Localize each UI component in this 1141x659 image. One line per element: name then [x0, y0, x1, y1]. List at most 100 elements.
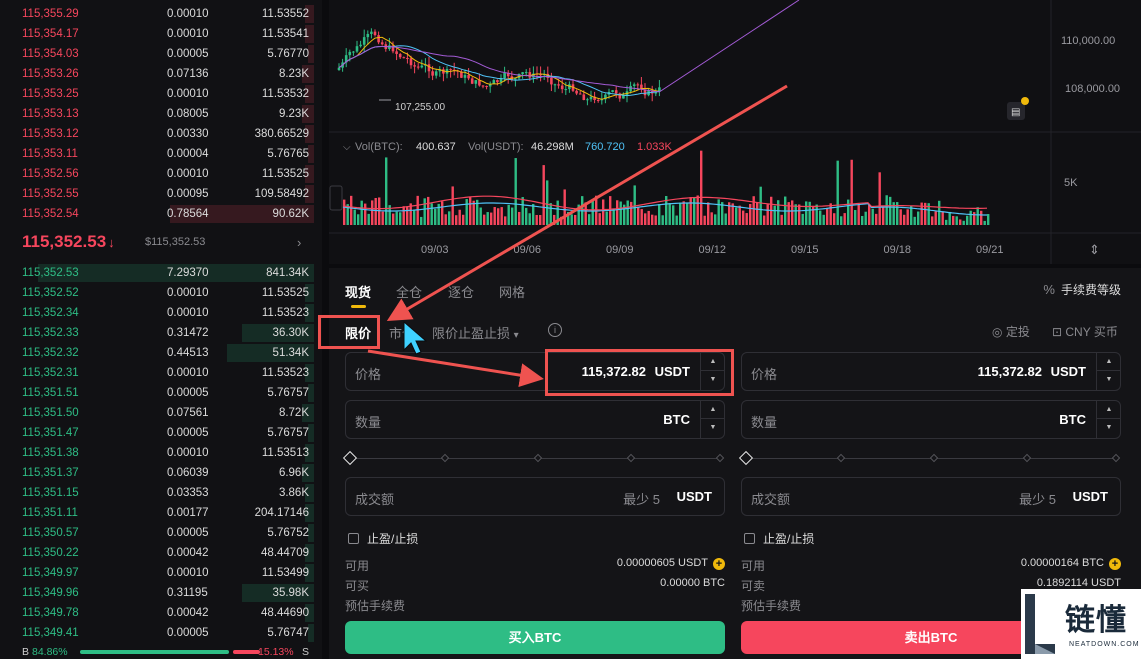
- sell-can-value: 0.1892114 USDT: [1036, 577, 1121, 589]
- sell-amount-stepper[interactable]: ▲ ▼: [1096, 401, 1121, 438]
- cny-buy-link[interactable]: ⊡ CNY 买币: [1052, 323, 1118, 340]
- sell-tpsl-checkbox[interactable]: 止盈/止损: [744, 530, 814, 547]
- order-book: 115,355.29 0.00010 11.53552 115,354.17 0.000…: [0, 0, 322, 659]
- volume-bar: [952, 215, 955, 225]
- sell-slider-tick-75[interactable]: [1022, 453, 1032, 463]
- tab-spot[interactable]: 现货: [345, 282, 371, 301]
- buy-slider-tick-50[interactable]: [533, 453, 543, 463]
- buy-slider-knob[interactable]: [342, 450, 358, 466]
- ask-row[interactable]: 115,355.29 0.00010 11.53552: [0, 4, 322, 24]
- ask-row[interactable]: 115,353.11 0.00004 5.76765: [0, 144, 322, 164]
- buy-amount-field[interactable]: 数量 BTC ▲ ▼: [345, 400, 725, 439]
- bid-row[interactable]: 115,351.15 0.03353 3.86K: [0, 483, 322, 503]
- ask-row[interactable]: 115,352.54 0.78564 90.62K: [0, 204, 322, 224]
- sell-price-field[interactable]: 价格 115,372.82 USDT ▲ ▼: [741, 352, 1121, 391]
- deposit-plus-icon[interactable]: +: [1109, 558, 1121, 570]
- bid-row[interactable]: 115,350.22 0.00042 48.44709: [0, 543, 322, 563]
- candle-body: [553, 84, 557, 86]
- ask-row[interactable]: 115,354.17 0.00010 11.53541: [0, 24, 322, 44]
- ask-row[interactable]: 115,353.13 0.08005 9.23K: [0, 104, 322, 124]
- candle-body: [575, 90, 578, 94]
- sell-price-value[interactable]: 115,372.82: [978, 364, 1042, 379]
- watermark-l-mark: [1025, 594, 1055, 654]
- tab-cross[interactable]: 全仓: [396, 282, 422, 301]
- sell-slider-tick-100[interactable]: [1111, 453, 1121, 463]
- buy-tpsl-checkbox[interactable]: 止盈/止损: [348, 530, 418, 547]
- kline-chart-svg[interactable]: 110,000.00 108,000.00 107,255.00 ▤ ⌵ Vol…: [329, 0, 1141, 264]
- checkbox-icon[interactable]: [348, 533, 359, 544]
- kline-chart[interactable]: 110,000.00 108,000.00 107,255.00 ▤ ⌵ Vol…: [329, 0, 1141, 264]
- bid-row[interactable]: 115,349.78 0.00042 48.44690: [0, 603, 322, 623]
- sell-price-up-icon[interactable]: ▲: [1097, 353, 1121, 371]
- ask-row[interactable]: 115,354.03 0.00005 5.76770: [0, 44, 322, 64]
- bid-row[interactable]: 115,349.97 0.00010 11.53499: [0, 563, 322, 583]
- fixed-cast-link[interactable]: ◎ 定投: [992, 323, 1030, 340]
- bid-row[interactable]: 115,351.51 0.00005 5.76757: [0, 383, 322, 403]
- buy-amount-up-icon[interactable]: ▲: [701, 401, 725, 419]
- bid-row[interactable]: 115,351.50 0.07561 8.72K: [0, 403, 322, 423]
- checkbox-icon[interactable]: [744, 533, 755, 544]
- sell-price-down-icon[interactable]: ▼: [1097, 371, 1121, 389]
- info-icon[interactable]: i: [548, 323, 562, 337]
- ask-row[interactable]: 115,353.26 0.07136 8.23K: [0, 64, 322, 84]
- volume-bar: [875, 213, 878, 225]
- bid-total: 51.34K: [272, 347, 309, 359]
- sell-amount-field[interactable]: 数量 BTC ▲ ▼: [741, 400, 1121, 439]
- sell-amount-slider[interactable]: [738, 450, 1121, 466]
- volume-bar: [780, 214, 783, 225]
- bid-row[interactable]: 115,352.33 0.31472 36.30K: [0, 323, 322, 343]
- tab-isolated[interactable]: 逐仓: [448, 282, 474, 301]
- bid-row[interactable]: 115,351.47 0.00005 5.76757: [0, 423, 322, 443]
- bid-row[interactable]: 115,352.32 0.44513 51.34K: [0, 343, 322, 363]
- buy-amount-slider[interactable]: [342, 450, 725, 466]
- buy-slider-tick-25[interactable]: [440, 453, 450, 463]
- bid-row[interactable]: 115,352.52 0.00010 11.53525: [0, 283, 322, 303]
- bid-row[interactable]: 115,352.34 0.00010 11.53523: [0, 303, 322, 323]
- sell-amount-up-icon[interactable]: ▲: [1097, 401, 1121, 419]
- bid-row[interactable]: 115,350.57 0.00005 5.76752: [0, 523, 322, 543]
- buy-amount-down-icon[interactable]: ▼: [701, 419, 725, 437]
- sell-amount-down-icon[interactable]: ▼: [1097, 419, 1121, 437]
- bid-row[interactable]: 115,352.31 0.00010 11.53523: [0, 363, 322, 383]
- fee-level-link[interactable]: % 手续费等级: [1043, 281, 1121, 298]
- bid-price: 115,351.51: [22, 387, 79, 399]
- vol-collapse-icon[interactable]: ⌵: [343, 142, 351, 153]
- bid-row[interactable]: 115,351.38 0.00010 11.53513: [0, 443, 322, 463]
- deposit-plus-icon[interactable]: +: [713, 558, 725, 570]
- volume-bar: [675, 215, 678, 225]
- fit-chart-icon[interactable]: ⇕: [1089, 243, 1100, 258]
- last-price-usd: $115,352.53: [145, 236, 206, 248]
- sell-total-field[interactable]: 成交额 最少 5 USDT: [741, 477, 1121, 516]
- date-axis-label: 09/09: [606, 244, 634, 256]
- bid-row[interactable]: 115,351.37 0.06039 6.96K: [0, 463, 322, 483]
- volume-bar: [626, 200, 629, 225]
- sell-price-unit: USDT: [1050, 364, 1086, 379]
- candle-body: [557, 84, 560, 86]
- bid-row[interactable]: 115,349.41 0.00005 5.76747: [0, 623, 322, 643]
- order-type-market[interactable]: 市价: [389, 323, 415, 342]
- bid-row[interactable]: 115,349.96 0.31195 35.98K: [0, 583, 322, 603]
- buy-amount-stepper[interactable]: ▲ ▼: [700, 401, 725, 438]
- buy-slider-tick-75[interactable]: [626, 453, 636, 463]
- ask-row[interactable]: 115,352.55 0.00095 109.58492: [0, 184, 322, 204]
- sell-slider-knob[interactable]: [738, 450, 754, 466]
- buy-btc-button[interactable]: 买入BTC: [345, 621, 725, 654]
- bid-row[interactable]: 115,351.11 0.00177 204.17146: [0, 503, 322, 523]
- buy-total-field[interactable]: 成交额 最少 5 USDT: [345, 477, 725, 516]
- volume-bar: [794, 204, 797, 225]
- buy-slider-tick-100[interactable]: [715, 453, 725, 463]
- tab-grid[interactable]: 网格: [499, 282, 525, 301]
- volume-bar: [689, 197, 692, 225]
- bid-row[interactable]: 115,352.53 7.29370 841.34K: [0, 263, 322, 283]
- ask-row[interactable]: 115,353.25 0.00010 11.53532: [0, 84, 322, 104]
- chart-scroll-handle[interactable]: [329, 185, 343, 211]
- ask-row[interactable]: 115,353.12 0.00330 380.66529: [0, 124, 322, 144]
- sell-slider-tick-25[interactable]: [836, 453, 846, 463]
- order-type-stop-limit[interactable]: 限价止盈止损 ▾: [432, 323, 519, 342]
- candle-body: [449, 69, 452, 71]
- chevron-right-icon[interactable]: ›: [297, 235, 301, 250]
- sell-price-stepper[interactable]: ▲ ▼: [1096, 353, 1121, 390]
- ask-row[interactable]: 115,352.56 0.00010 11.53525: [0, 164, 322, 184]
- candle-body: [632, 84, 636, 86]
- sell-slider-tick-50[interactable]: [929, 453, 939, 463]
